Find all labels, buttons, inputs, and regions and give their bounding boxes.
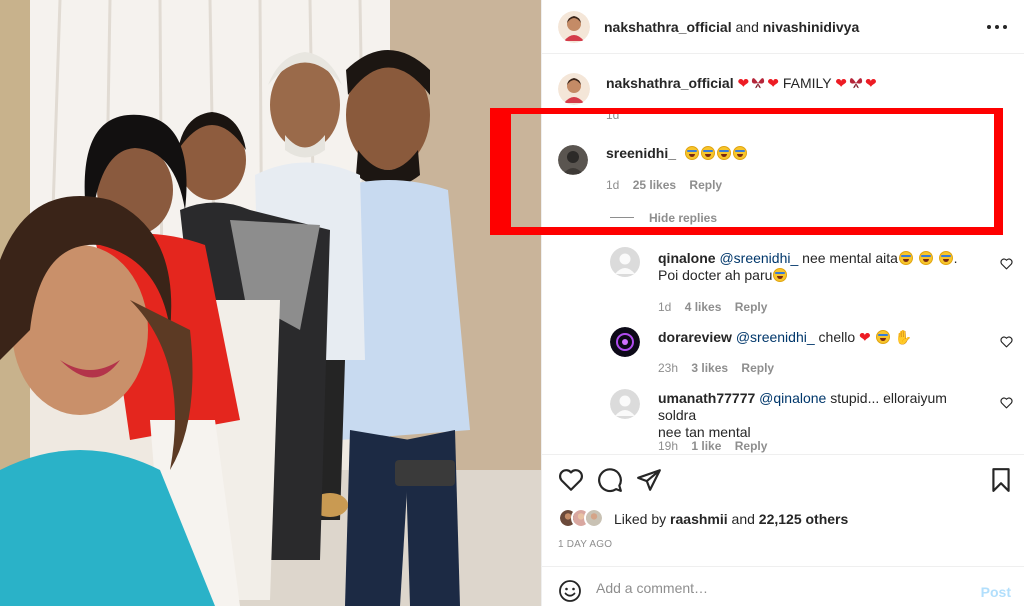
comment-time: 1d [606, 178, 620, 192]
reply-text: qinalone @sreenidhi_ nee mental aita . P… [658, 250, 958, 283]
laughing-emoji-icon [918, 251, 933, 265]
reply-text: umanath77777 @qinalone stupid... ellorai… [658, 390, 958, 441]
more-horizontal-icon[interactable] [987, 20, 1007, 34]
heart-emoji-icon: ❤ [767, 75, 779, 91]
reply-body: chello [818, 329, 856, 345]
heart-emoji-icon: ❤ [865, 75, 877, 91]
commenter-avatar[interactable] [558, 145, 588, 175]
laughing-emoji-icon [938, 251, 953, 265]
laughing-emoji-icon [684, 146, 699, 160]
caption-avatar[interactable] [558, 73, 590, 105]
laughing-emoji-icon [875, 330, 890, 344]
liker-avatar [584, 508, 604, 528]
liked-by-text: Liked by raashmii and 22,125 others [614, 511, 848, 527]
highlight-box-right [994, 108, 1003, 235]
emoji-smile-icon[interactable] [558, 579, 582, 603]
reply-likes[interactable]: 1 like [691, 439, 721, 453]
reply-username[interactable]: dorareview [658, 329, 732, 345]
comment-bubble-icon[interactable] [597, 467, 623, 493]
reply-mention[interactable]: @qinalone [759, 390, 826, 406]
reply-body: nee mental aita [802, 250, 898, 266]
liked-by-others[interactable]: 22,125 others [759, 511, 849, 527]
comment-text: sreenidhi_ [606, 145, 748, 161]
liked-by-user[interactable]: raashmii [670, 511, 728, 527]
heart-emoji-icon: ❤ [835, 75, 847, 91]
default-avatar-icon[interactable] [610, 247, 640, 277]
post-date[interactable]: 1 DAY AGO [558, 539, 612, 550]
like-heart-icon[interactable] [1000, 397, 1013, 409]
reply-reply-button[interactable]: Reply [741, 361, 774, 375]
reply-reply-button[interactable]: Reply [735, 300, 768, 314]
comment-username[interactable]: sreenidhi_ [606, 145, 676, 161]
like-heart-icon[interactable] [558, 467, 584, 493]
reply-time: 19h [658, 439, 679, 453]
comment-reply-button[interactable]: Reply [689, 178, 722, 192]
reply-text: dorareview @sreenidhi_ chello ❤ ✋ [658, 329, 958, 346]
author-avatar[interactable] [558, 11, 590, 43]
header-title: nakshathra_official and nivashinidivya [604, 19, 859, 35]
highlight-box-bottom [490, 227, 1003, 235]
post-photo[interactable] [0, 0, 541, 606]
heart-emoji-icon: ❤ [737, 75, 750, 91]
hide-replies-button[interactable]: Hide replies [649, 211, 717, 225]
add-comment-input[interactable] [596, 580, 956, 596]
laughing-emoji-icon [773, 268, 788, 282]
comment-meta: 1d 25 likes Reply [606, 178, 722, 192]
liked-by-and: and [731, 511, 755, 527]
highlight-box-top [490, 108, 1003, 114]
caption-text: nakshathra_official ❤ ❤ FAMILY ❤ ❤ [606, 75, 877, 92]
author-username[interactable]: nakshathra_official [604, 19, 732, 35]
reply-time: 1d [658, 300, 672, 314]
default-avatar-icon[interactable] [610, 389, 640, 419]
reply-mention[interactable]: @sreenidhi_ [719, 250, 798, 266]
hide-replies-line [610, 217, 634, 218]
comment-likes[interactable]: 25 likes [633, 178, 676, 192]
reply-likes[interactable]: 3 likes [691, 361, 728, 375]
laughing-emoji-icon [898, 251, 913, 265]
reply-username[interactable]: qinalone [658, 250, 716, 266]
highlight-box-left [490, 108, 511, 235]
reply-body-line2: nee tan mental [658, 424, 751, 440]
caption-body: FAMILY [782, 75, 832, 91]
header-joiner: and [735, 19, 759, 35]
comments-list[interactable]: nakshathra_official ❤ ❤ FAMILY ❤ ❤ 1d sree… [542, 55, 1024, 453]
post-panel: nakshathra_official and nivashinidivya n… [541, 0, 1024, 606]
butterfly-emoji-icon [849, 78, 863, 89]
laughing-emoji-icon [700, 146, 715, 160]
post-comment-button[interactable]: Post [981, 584, 1011, 600]
butterfly-emoji-icon [752, 78, 765, 89]
post-actions: Liked by raashmii and 22,125 others 1 DA… [542, 454, 1024, 564]
post-header: nakshathra_official and nivashinidivya [542, 0, 1024, 54]
reply-meta: 19h 1 like Reply [658, 439, 767, 453]
share-paper-plane-icon[interactable] [636, 467, 662, 493]
family-photo-illustration [0, 0, 541, 606]
laughing-emoji-icon [716, 146, 731, 160]
like-heart-icon[interactable] [1000, 258, 1013, 270]
laughing-emoji-icon [732, 146, 747, 160]
reply-mention[interactable]: @sreenidhi_ [736, 329, 815, 345]
raised-hands-emoji-icon: ✋ [894, 329, 912, 345]
reply-meta: 23h 3 likes Reply [658, 361, 774, 375]
reply-body-line2: Poi docter ah paru [658, 267, 773, 283]
caption-username[interactable]: nakshathra_official [606, 75, 734, 91]
add-comment-bar: Post [542, 566, 1024, 606]
reply-time: 23h [658, 361, 679, 375]
reply-likes[interactable]: 4 likes [685, 300, 722, 314]
reply-username[interactable]: umanath77777 [658, 390, 755, 406]
liked-by-prefix: Liked by [614, 511, 667, 527]
heart-emoji-icon: ❤ [859, 329, 871, 345]
reply-meta: 1d 4 likes Reply [658, 300, 767, 314]
collaborator-username[interactable]: nivashinidivya [763, 19, 859, 35]
reply-reply-button[interactable]: Reply [735, 439, 768, 453]
like-heart-icon[interactable] [1000, 336, 1013, 348]
reply-avatar[interactable] [610, 327, 640, 357]
bookmark-icon[interactable] [988, 467, 1014, 493]
